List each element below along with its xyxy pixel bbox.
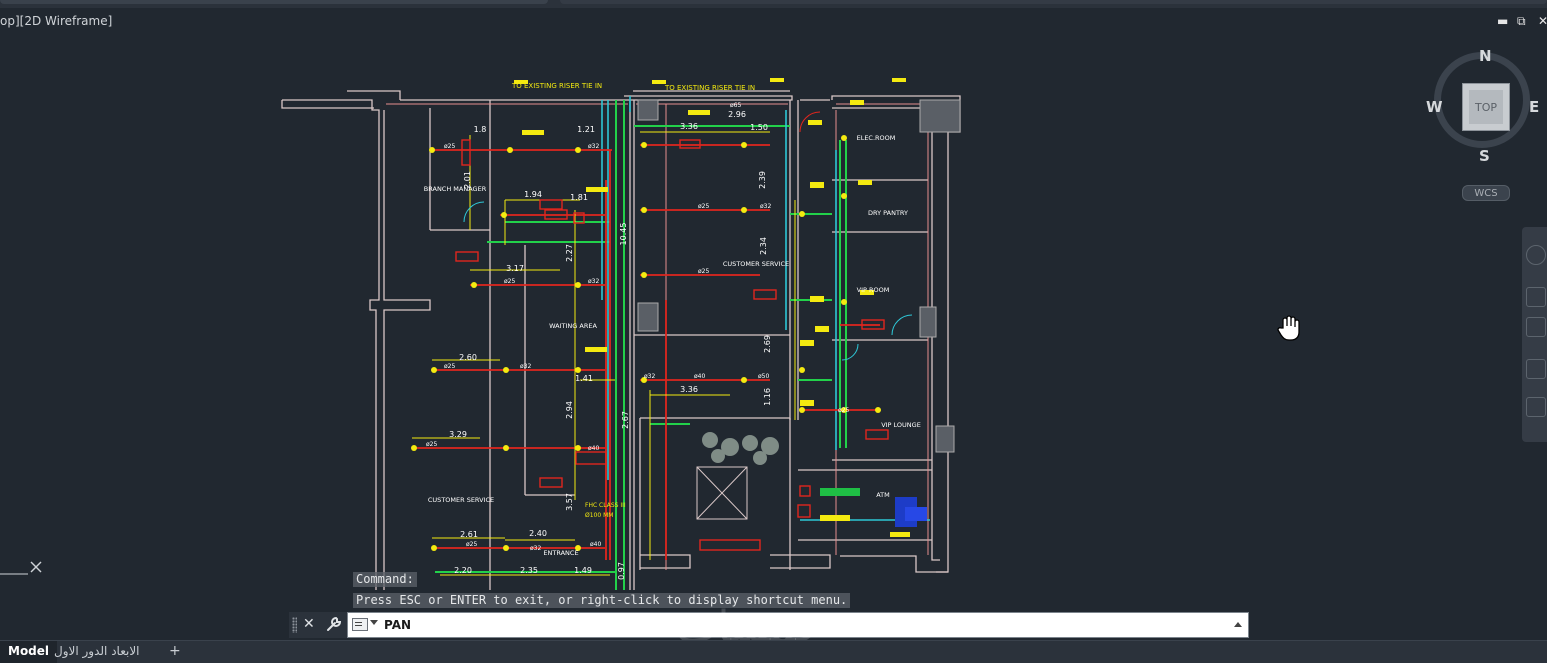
- pipe-size-label: ø40: [590, 541, 601, 548]
- dimension-label: 0.97: [617, 562, 626, 580]
- pipe-size-label: ø32: [644, 373, 655, 380]
- pipe-size-label: ø25: [838, 407, 849, 414]
- recent-commands-dropdown[interactable]: [370, 620, 378, 625]
- dimension-label: 3.57: [565, 493, 574, 511]
- dimension-label: 2.20: [454, 566, 472, 575]
- dimension-label: 2.01: [463, 171, 472, 189]
- pipe-size-label: ø25: [426, 441, 437, 448]
- room-label: VIP ROOM: [857, 286, 890, 294]
- dimension-label: 2.40: [529, 529, 547, 538]
- pipe-size-label: ø50: [758, 373, 769, 380]
- dimension-label: 2.39: [758, 171, 767, 189]
- room-label: VIP LOUNGE: [881, 421, 921, 429]
- dimension-label: 2.34: [759, 237, 768, 255]
- orbit-icon[interactable]: [1526, 359, 1546, 379]
- wcs-menu[interactable]: WCS: [1462, 185, 1510, 201]
- steering-wheel-icon[interactable]: [1526, 245, 1546, 265]
- room-label: CUSTOMER SERVICE: [428, 496, 494, 504]
- dimension-label: 1.50: [750, 123, 768, 132]
- dimension-label: 1.81: [570, 193, 588, 202]
- pipe-size-label: ø25: [504, 278, 515, 285]
- command-history-toggle[interactable]: [1234, 622, 1242, 627]
- pipe-size-label: ø40: [588, 445, 599, 452]
- pipe-size-label: ø32: [760, 203, 771, 210]
- layout-tab-bar: Model الابعاد الدور الاول +: [0, 640, 1547, 663]
- compass-east[interactable]: E: [1529, 98, 1539, 116]
- room-label: ATM: [876, 491, 890, 499]
- dimension-label: 2.94: [565, 401, 574, 419]
- dimension-label: 1.21: [577, 125, 595, 134]
- dimension-label: 1.94: [524, 190, 542, 199]
- dimension-label: 1.8: [474, 125, 487, 134]
- pipe-size-label: ø32: [588, 143, 599, 150]
- dimension-label: 10.45: [619, 223, 628, 246]
- command-line-close-icon[interactable]: ✕: [303, 616, 315, 632]
- dimension-label: 3.36: [680, 122, 698, 131]
- command-history-line: Command:: [353, 572, 417, 587]
- dimension-label: 3.29: [449, 430, 467, 439]
- command-input-value[interactable]: PAN: [384, 618, 411, 632]
- compass-south[interactable]: S: [1479, 147, 1490, 165]
- room-label: DRY PANTRY: [868, 209, 908, 217]
- room-label: BRANCH MANAGER: [424, 185, 487, 193]
- building-walls: [281, 90, 961, 590]
- command-line-toolbar: ✕: [289, 612, 351, 638]
- dimension-label: 2.35: [520, 566, 538, 575]
- dimension-label: 2.69: [763, 335, 772, 353]
- pipe-size-label: ø32: [520, 363, 531, 370]
- green-pipes: [435, 100, 860, 590]
- cad-drawing-canvas[interactable]: TO EXISTING RISER TIE IN TO EXISTING RIS…: [0, 0, 1547, 640]
- compass-west[interactable]: W: [1426, 98, 1443, 116]
- pipe-size-label: ø25: [444, 143, 455, 150]
- room-label: CUSTOMER SERVICE: [723, 260, 789, 268]
- fhc-note: Ø100 MM: [585, 512, 613, 519]
- viewcube-top-face[interactable]: TOP: [1462, 83, 1510, 131]
- dimension-label: 2.96: [728, 110, 746, 119]
- pipe-size-label: ø65: [730, 102, 741, 109]
- room-label: ENTRANCE: [543, 549, 578, 557]
- viewcube[interactable]: TOP N S E W WCS: [1426, 46, 1546, 201]
- dimension-label: 3.36: [680, 385, 698, 394]
- add-layout-button[interactable]: +: [164, 641, 186, 663]
- dimension-label: 1.16: [763, 388, 772, 406]
- zoom-extents-icon[interactable]: [1526, 317, 1546, 337]
- navigation-bar[interactable]: [1522, 227, 1547, 442]
- fhc-note: FHC CLASS III: [585, 502, 626, 509]
- room-label: ELEC.ROOM: [857, 134, 896, 142]
- command-line-grip[interactable]: [292, 617, 297, 633]
- pipe-size-label: ø40: [694, 373, 705, 380]
- dimension-label: 2.60: [459, 353, 477, 362]
- dimension-label: 2.67: [621, 411, 630, 429]
- pan-hand-cursor-icon: [1277, 315, 1300, 341]
- fittings: [514, 78, 910, 537]
- showmotion-icon[interactable]: [1526, 397, 1546, 417]
- dimension-label: 2.27: [565, 244, 574, 262]
- compass-north[interactable]: N: [1479, 47, 1492, 65]
- room-label: WAITING AREA: [549, 322, 597, 330]
- pipe-size-label: ø32: [530, 545, 541, 552]
- pipe-size-label: ø32: [588, 278, 599, 285]
- viewcube-top-label: TOP: [1469, 90, 1503, 124]
- dimension-label: 2.61: [460, 530, 478, 539]
- pan-tool-icon[interactable]: [1526, 287, 1546, 307]
- dimension-label: 1.41: [575, 374, 593, 383]
- ucs-icon: [0, 561, 42, 575]
- dimension-label: 3.17: [506, 264, 524, 273]
- pipe-size-label: ø25: [698, 203, 709, 210]
- command-prompt-icon[interactable]: [352, 618, 368, 631]
- pipe-size-label: ø25: [444, 363, 455, 370]
- pipe-size-label: ø25: [466, 541, 477, 548]
- pipe-size-label: ø25: [698, 268, 709, 275]
- shafts: [637, 99, 961, 520]
- tab-layout[interactable]: الابعاد الدور الاول: [46, 641, 148, 663]
- customize-wrench-icon[interactable]: [325, 615, 343, 633]
- dimension-label: 1.49: [574, 566, 592, 575]
- planter-decoration: [702, 432, 779, 465]
